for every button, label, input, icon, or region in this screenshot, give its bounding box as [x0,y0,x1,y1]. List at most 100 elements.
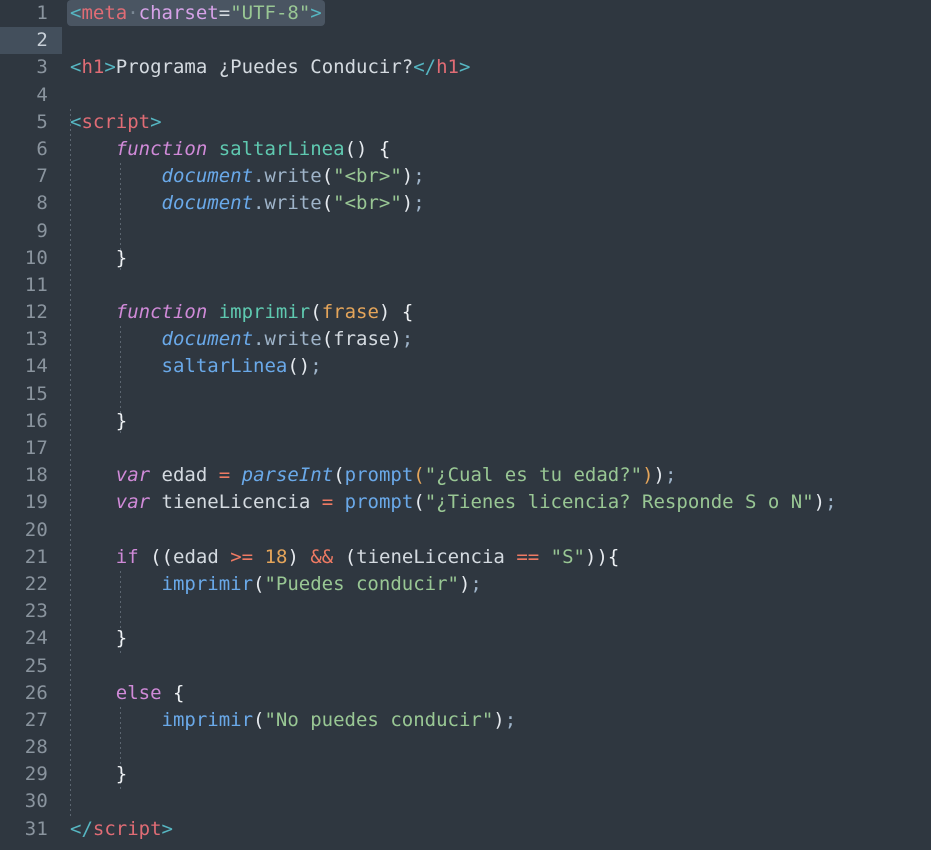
token-variable-edad: edad [173,545,219,568]
line-number[interactable]: 16 [0,408,62,435]
line-number[interactable]: 27 [0,707,62,734]
line-number[interactable]: 4 [0,82,62,109]
token-equals: = [218,2,231,24]
code-line-19[interactable]: var tieneLicencia = prompt("¿Tienes lice… [62,489,931,516]
empty-line [70,29,81,51]
code-line-17-empty[interactable] [62,435,931,462]
line-number[interactable]: 14 [0,353,62,380]
line-number[interactable]: 25 [0,653,62,680]
token-object-document: document [161,165,254,188]
token-brace: { [172,681,185,704]
token-semicolon: ; [401,328,414,351]
line-number-active[interactable]: 2 [0,27,62,55]
line-number[interactable]: 24 [0,625,62,652]
token-paren-close: ) [378,301,391,324]
line-number[interactable]: 7 [0,163,62,190]
line-number[interactable]: 9 [0,218,62,245]
empty-line [70,220,81,242]
line-number[interactable]: 1 [0,0,62,27]
token-keyword-var: var [115,491,151,514]
code-line-9-empty[interactable] [62,218,931,245]
empty-line [70,437,81,459]
code-line-27[interactable]: imprimir("No puedes conducir"); [62,707,931,734]
code-line-7[interactable]: document.write("<br>"); [62,163,931,190]
code-line-23-empty[interactable] [62,598,931,625]
code-line-6[interactable]: function saltarLinea() { [62,136,931,163]
token-method-write: write [264,165,322,188]
token-attr-value: "UTF-8" [230,2,311,24]
code-line-5[interactable]: <script> [62,109,931,136]
token-parens: () [287,355,311,378]
code-line-13[interactable]: document.write(frase); [62,326,931,353]
token-brace: } [115,763,128,786]
code-line-10[interactable]: } [62,245,931,272]
token-paren-close: ) [642,464,654,487]
line-number[interactable]: 30 [0,788,62,815]
code-line-21[interactable]: if ((edad >= 18) && (tieneLicencia == "S… [62,544,931,571]
token-paren-open: ( [321,328,334,351]
line-number[interactable]: 3 [0,54,62,81]
line-number[interactable]: 15 [0,381,62,408]
line-number[interactable]: 6 [0,136,62,163]
code-editor[interactable]: 1 2 3 4 5 6 7 8 9 10 11 12 13 14 15 16 1… [0,0,931,850]
code-line-29[interactable]: } [62,761,931,788]
token-method-write: write [264,328,322,351]
code-line-20-empty[interactable] [62,517,931,544]
token-tag-bracket: </ [413,56,437,79]
token-keyword-else: else [115,681,162,704]
line-number[interactable]: 20 [0,517,62,544]
token-paren-open: ( [310,301,322,324]
code-line-14[interactable]: saltarLinea(); [62,353,931,380]
empty-line [70,383,81,405]
line-number[interactable]: 28 [0,734,62,761]
code-line-24[interactable]: } [62,625,931,652]
code-line-15-empty[interactable] [62,381,931,408]
token-function-call-prompt: prompt [344,464,414,487]
code-line-11-empty[interactable] [62,272,931,299]
line-number[interactable]: 13 [0,326,62,353]
token-argument: frase [333,328,391,351]
line-number[interactable]: 11 [0,272,62,299]
line-number[interactable]: 23 [0,598,62,625]
code-line-18[interactable]: var edad = parseInt(prompt("¿Cual es tu … [62,462,931,489]
line-number[interactable]: 8 [0,190,62,217]
code-line-8[interactable]: document.write("<br>"); [62,190,931,217]
line-number[interactable]: 5 [0,109,62,136]
token-string: "S" [550,545,585,568]
code-line-26[interactable]: else { [62,680,931,707]
line-number[interactable]: 26 [0,680,62,707]
line-number[interactable]: 19 [0,489,62,516]
code-line-1[interactable]: <meta·charset="UTF-8"> [62,0,931,27]
line-number[interactable]: 29 [0,761,62,788]
token-brace: { [401,301,414,324]
code-line-30-empty[interactable] [62,788,931,815]
code-line-12[interactable]: function imprimir(frase) { [62,299,931,326]
token-function-call-imprimir: imprimir [161,708,254,731]
code-line-25-empty[interactable] [62,653,931,680]
code-line-16[interactable]: } [62,408,931,435]
token-brace: } [115,246,128,269]
code-line-4-empty[interactable] [62,82,931,109]
token-function-name: saltarLinea [218,137,345,160]
line-number[interactable]: 18 [0,462,62,489]
code-line-28-empty[interactable] [62,734,931,761]
code-line-31[interactable]: </script> [62,816,931,843]
token-tag-bracket: > [104,56,116,79]
line-number[interactable]: 22 [0,571,62,598]
line-number[interactable]: 12 [0,299,62,326]
line-number[interactable]: 10 [0,245,62,272]
token-tag-bracket: > [310,2,322,24]
line-number[interactable]: 21 [0,544,62,571]
line-number[interactable]: 17 [0,435,62,462]
code-line-2-empty[interactable] [62,27,931,54]
line-number[interactable]: 31 [0,816,62,843]
code-line-3[interactable]: <h1>Programa ¿Puedes Conducir?</h1> [62,54,931,81]
token-tag-bracket: < [70,56,82,79]
token-keyword-var: var [115,464,151,487]
code-line-22[interactable]: imprimir("Puedes conducir"); [62,571,931,598]
code-content-area[interactable]: <meta·charset="UTF-8"> <h1>Programa ¿Pue… [62,0,931,850]
